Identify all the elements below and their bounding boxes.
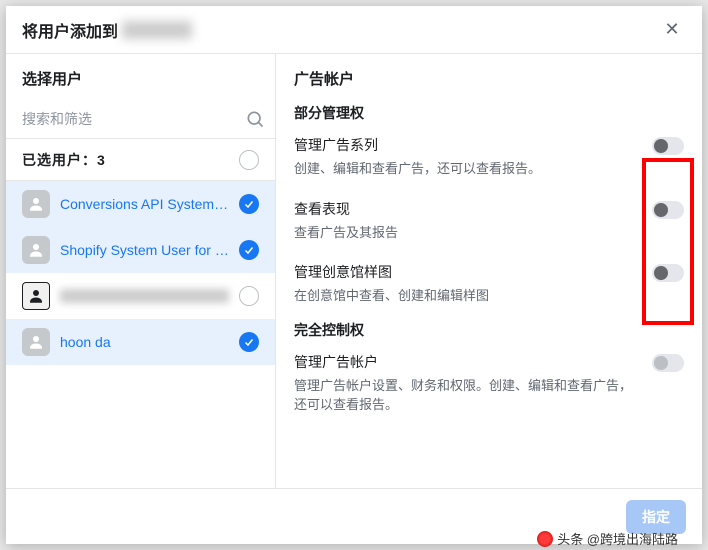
user-name: Conversions API System U... — [60, 196, 229, 212]
permission-row: 管理创意馆样图 在创意馆中查看、创建和编辑样图 — [294, 256, 684, 320]
select-all-checkbox[interactable] — [239, 150, 259, 170]
watermark-logo-icon — [537, 531, 553, 547]
permission-row: 查看表现 查看广告及其报告 — [294, 193, 684, 257]
permission-row: 管理广告系列 创建、编辑和查看广告，还可以查看报告。 — [294, 129, 684, 193]
toggle-knob — [654, 266, 668, 280]
add-user-modal: 将用户添加到 ✕ 选择用户 已选用户：3 — [6, 6, 702, 544]
permission-toggle[interactable] — [652, 201, 684, 219]
watermark-text: 头条 @跨境出海陆路 — [557, 529, 678, 548]
permission-group-partial: 部分管理权 — [294, 103, 684, 123]
toggle-knob — [654, 203, 668, 217]
select-user-title: 选择用户 — [6, 54, 275, 99]
modal-title-redacted — [122, 21, 192, 39]
close-icon: ✕ — [664, 19, 679, 40]
search-icon[interactable] — [245, 109, 265, 129]
user-checkbox[interactable] — [239, 240, 259, 260]
permission-desc: 查看广告及其报告 — [294, 223, 642, 243]
permission-desc: 管理广告帐户设置、财务和权限。创建、编辑和查看广告，还可以查看报告。 — [294, 376, 642, 415]
selected-count-label: 已选用户：3 — [22, 150, 106, 170]
right-pane-title: 广告帐户 — [294, 68, 684, 89]
user-list: Conversions API System U... Shopify Syst… — [6, 181, 275, 488]
user-checkbox[interactable] — [239, 332, 259, 352]
modal-title: 将用户添加到 — [22, 18, 192, 42]
permission-toggle[interactable] — [652, 137, 684, 155]
search-input[interactable] — [22, 111, 245, 127]
user-name-redacted — [60, 289, 229, 303]
close-button[interactable]: ✕ — [658, 16, 686, 44]
avatar-icon — [22, 236, 50, 264]
avatar-icon — [22, 190, 50, 218]
user-row[interactable] — [6, 273, 275, 319]
permission-label: 管理创意馆样图 — [294, 262, 642, 282]
avatar-icon — [22, 328, 50, 356]
user-name: Shopify System User for Re... — [60, 242, 229, 258]
user-row[interactable]: Shopify System User for Re... — [6, 227, 275, 273]
permission-label: 管理广告帐户 — [294, 352, 642, 372]
search-row — [6, 99, 275, 139]
permission-desc: 创建、编辑和查看广告，还可以查看报告。 — [294, 159, 642, 179]
permission-row: 管理广告帐户 管理广告帐户设置、财务和权限。创建、编辑和查看广告，还可以查看报告… — [294, 346, 684, 429]
selected-count-row: 已选用户：3 — [6, 139, 275, 181]
user-row[interactable]: Conversions API System U... — [6, 181, 275, 227]
permission-label: 查看表现 — [294, 199, 642, 219]
left-pane: 选择用户 已选用户：3 Conversions API Syst — [6, 54, 276, 488]
avatar-icon — [22, 282, 50, 310]
watermark: 头条 @跨境出海陆路 — [537, 529, 678, 548]
user-name: hoon da — [60, 334, 229, 350]
user-checkbox[interactable] — [239, 286, 259, 306]
right-pane: 广告帐户 部分管理权 管理广告系列 创建、编辑和查看广告，还可以查看报告。 查看… — [276, 54, 702, 488]
modal-title-prefix: 将用户添加到 — [22, 18, 118, 42]
toggle-knob — [654, 139, 668, 153]
user-row[interactable]: hoon da — [6, 319, 275, 365]
user-checkbox[interactable] — [239, 194, 259, 214]
permission-desc: 在创意馆中查看、创建和编辑样图 — [294, 286, 642, 306]
permission-toggle[interactable] — [652, 354, 684, 372]
permission-label: 管理广告系列 — [294, 135, 642, 155]
permission-toggle[interactable] — [652, 264, 684, 282]
modal-header: 将用户添加到 ✕ — [6, 6, 702, 54]
modal-body: 选择用户 已选用户：3 Conversions API Syst — [6, 54, 702, 488]
toggle-knob — [654, 356, 668, 370]
permission-group-full: 完全控制权 — [294, 320, 684, 340]
